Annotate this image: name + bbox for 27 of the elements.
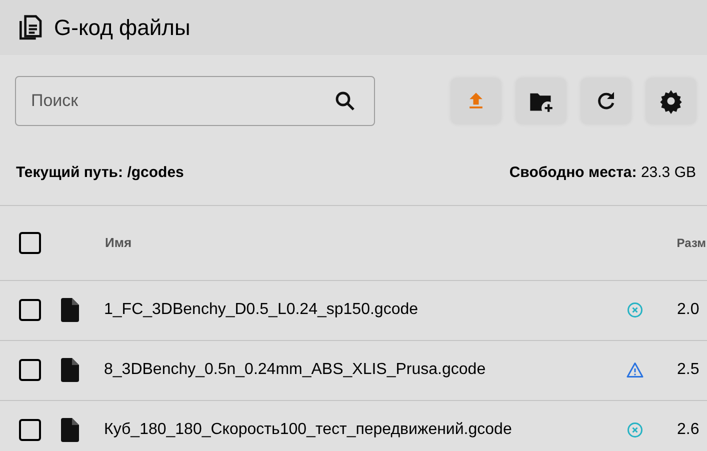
warning-icon <box>626 361 644 379</box>
file-name[interactable]: 8_3DBenchy_0.5n_0.24mm_ABS_XLIS_Prusa.gcode <box>104 358 486 382</box>
checkbox[interactable] <box>19 232 41 254</box>
cancelled-icon <box>626 421 644 439</box>
settings-icon <box>658 88 684 114</box>
file-row[interactable]: Куб_180_180_Скорость100_тест_передвижений.gcode 2.6 <box>0 400 707 451</box>
file-row[interactable]: 1_FC_3DBenchy_D0.5_L0.24_sp150.gcode 2.0 <box>0 280 707 340</box>
file-icon <box>59 298 79 322</box>
file-icon <box>59 358 79 382</box>
file-size: 2.5 <box>677 360 700 380</box>
cancelled-icon <box>626 301 644 319</box>
search-field[interactable]: Поиск <box>15 76 375 126</box>
current-path: Текущий путь: /gcodes <box>16 163 184 183</box>
column-header[interactable]: Разм <box>676 234 706 252</box>
file-name[interactable]: 1_FC_3DBenchy_D0.5_L0.24_sp150.gcode <box>104 298 418 322</box>
search-icon[interactable] <box>333 89 357 113</box>
page-title: G-код файлы <box>54 14 190 42</box>
checkbox[interactable] <box>19 299 41 321</box>
free-space: Свободно места: 23.3 GB <box>509 163 696 183</box>
column-header[interactable]: Имя <box>105 232 132 252</box>
file-icon <box>59 418 79 442</box>
file-name[interactable]: Куб_180_180_Скорость100_тест_передвижений.gcode <box>104 418 512 442</box>
file-size: 2.0 <box>677 300 700 320</box>
file-size: 2.6 <box>677 420 700 440</box>
file-row[interactable]: 8_3DBenchy_0.5n_0.24mm_ABS_XLIS_Prusa.gcode 2.5 <box>0 340 707 400</box>
checkbox[interactable] <box>19 359 41 381</box>
checkbox[interactable] <box>19 419 41 441</box>
